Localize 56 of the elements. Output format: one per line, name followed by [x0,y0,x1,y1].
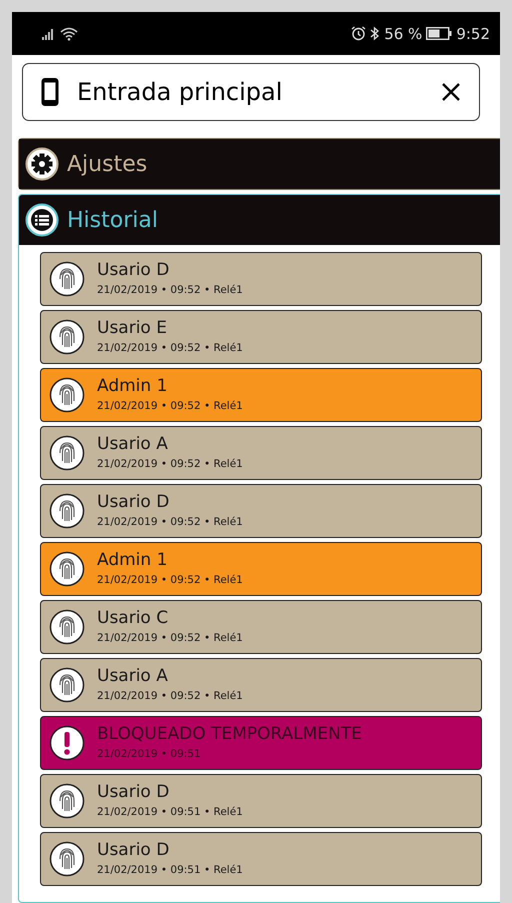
fingerprint-icon [49,377,85,413]
signal-icon [42,28,56,40]
entry-details: 21/02/2019 • 09:52 • Relé1 [97,690,243,703]
entry-name: Usario A [97,435,169,454]
entry-details: 21/02/2019 • 09:52 • Relé1 [97,342,243,355]
fingerprint-icon [49,783,85,819]
header-title: Entrada principal [77,78,284,106]
entry-details: 21/02/2019 • 09:51 • Relé1 [97,864,243,877]
history-entry[interactable]: Usario E 21/02/2019 • 09:52 • Relé1 [40,310,482,364]
exclamation-icon [49,725,85,761]
fingerprint-icon [49,841,85,877]
entry-details: 21/02/2019 • 09:52 • Relé1 [97,632,243,645]
history-entry[interactable]: Usario D 21/02/2019 • 09:52 • Relé1 [40,252,482,306]
entry-name: Usario A [97,667,169,686]
entry-details: 21/02/2019 • 09:52 • Relé1 [97,400,243,413]
history-entry[interactable]: Admin 1 21/02/2019 • 09:52 • Relé1 [40,542,482,596]
list-icon [25,203,59,237]
history-entry[interactable]: Usario C 21/02/2019 • 09:52 • Relé1 [40,600,482,654]
entry-name: Usario D [97,261,170,280]
entry-name: Admin 1 [97,551,168,570]
entry-name: Usario D [97,493,170,512]
bluetooth-icon [370,26,380,41]
entry-details: 21/02/2019 • 09:52 • Relé1 [97,458,243,471]
fingerprint-icon [49,551,85,587]
history-entry[interactable]: Usario D 21/02/2019 • 09:51 • Relé1 [40,774,482,828]
fingerprint-icon [49,261,85,297]
entry-details: 21/02/2019 • 09:51 [97,748,202,761]
wifi-icon [60,26,78,40]
entry-name: Usario C [97,609,170,628]
entry-name: Usario D [97,841,170,860]
entry-name: BLOQUEADO TEMPORALMENTE [97,725,362,744]
fingerprint-icon [49,493,85,529]
entry-details: 21/02/2019 • 09:51 • Relé1 [97,806,243,819]
entry-name: Admin 1 [97,377,168,396]
history-entry[interactable]: Usario A 21/02/2019 • 09:52 • Relé1 [40,658,482,712]
section-header[interactable]: Historial [19,195,500,245]
battery-icon [426,27,452,40]
entry-details: 21/02/2019 • 09:52 • Relé1 [97,284,243,297]
entry-details: 21/02/2019 • 09:52 • Relé1 [97,574,243,587]
battery-percent: 56 % [384,24,422,42]
entry-name: Usario E [97,319,168,338]
close-icon[interactable] [441,82,461,102]
history-entry[interactable]: Admin 1 21/02/2019 • 09:52 • Relé1 [40,368,482,422]
alarm-icon [351,26,366,41]
fingerprint-icon [49,435,85,471]
history-entry[interactable]: Usario D 21/02/2019 • 09:52 • Relé1 [40,484,482,538]
phone-icon [41,78,59,106]
history-entry[interactable]: Usario D 21/02/2019 • 09:51 • Relé1 [40,832,482,886]
fingerprint-icon [49,609,85,645]
fingerprint-icon [49,319,85,355]
settings-icon [25,147,59,181]
fingerprint-icon [49,667,85,703]
clock-time: 9:52 [456,24,490,42]
history-entry[interactable]: Usario A 21/02/2019 • 09:52 • Relé1 [40,426,482,480]
entry-details: 21/02/2019 • 09:52 • Relé1 [97,516,243,529]
entry-name: Usario D [97,783,170,802]
